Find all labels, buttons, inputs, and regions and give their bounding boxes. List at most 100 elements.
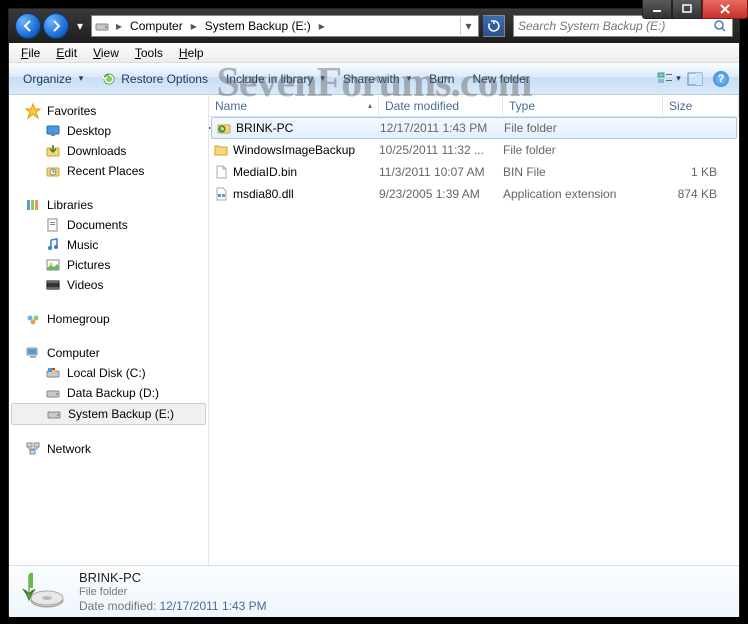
address-dropdown[interactable]: ▾ (460, 17, 476, 35)
forward-button[interactable] (43, 13, 69, 39)
menu-tools[interactable]: Tools (127, 44, 171, 62)
star-icon (25, 103, 41, 119)
column-date[interactable]: Date modified (379, 95, 503, 116)
file-name: MediaID.bin (233, 165, 297, 179)
file-name: msdia80.dll (233, 187, 294, 201)
minimize-button[interactable] (642, 0, 672, 19)
folder-icon (213, 142, 229, 158)
annotation-arrow (209, 117, 212, 140)
downloads-icon (45, 143, 61, 159)
videos-icon (45, 277, 61, 293)
share-with-button[interactable]: Share with (335, 68, 419, 90)
navigation-pane: Favorites Desktop Downloads Recent Place… (9, 95, 209, 565)
restore-options-button[interactable]: Restore Options (93, 67, 216, 91)
command-bar: Organize Restore Options Include in libr… (9, 63, 739, 95)
new-folder-button[interactable]: New folder (464, 68, 537, 90)
breadcrumb-chevron[interactable]: ▸ (112, 19, 126, 33)
organize-button[interactable]: Organize (15, 68, 91, 90)
menu-help[interactable]: Help (171, 44, 212, 62)
sidebar-item-system-backup[interactable]: System Backup (E:) (11, 403, 206, 425)
navigation-bar: ▾ ▸ Computer ▸ System Backup (E:) ▸ ▾ (9, 9, 739, 43)
view-options-button[interactable] (657, 67, 681, 91)
file-row[interactable]: MediaID.bin 11/3/2011 10:07 AMBIN File1 K… (209, 161, 739, 183)
sidebar-item-pictures[interactable]: Pictures (9, 255, 208, 275)
file-list[interactable]: BRINK-PC12/17/2011 1:43 PMFile folderWin… (209, 117, 739, 565)
file-row[interactable]: WindowsImageBackup 10/25/2011 11:32 ...Fi… (209, 139, 739, 161)
sidebar-favorites[interactable]: Favorites (9, 101, 208, 121)
column-name[interactable]: Name (209, 95, 379, 116)
include-library-button[interactable]: Include in library (218, 68, 333, 90)
file-list-pane: Name Date modified Type Size BRINK-PC 12/… (209, 95, 739, 565)
menu-edit[interactable]: Edit (48, 44, 85, 62)
column-headers: Name Date modified Type Size (209, 95, 739, 117)
details-subtitle: File folder (79, 586, 267, 598)
menu-bar: File Edit View Tools Help (9, 43, 739, 63)
details-title: BRINK-PC (79, 570, 267, 585)
file-row[interactable]: BRINK-PC 12/17/2011 1:43 PMFile folder (211, 117, 737, 139)
help-icon: ? (713, 71, 729, 87)
sidebar-network[interactable]: Network (9, 439, 208, 459)
sidebar-item-videos[interactable]: Videos (9, 275, 208, 295)
details-icon (19, 570, 67, 614)
file-date: 12/17/2011 1:43 PM (380, 121, 504, 135)
recent-icon (45, 163, 61, 179)
column-size[interactable]: Size (663, 95, 739, 116)
breadcrumb-computer[interactable]: Computer (126, 16, 187, 36)
file-type: File folder (503, 143, 663, 157)
breadcrumb-chevron[interactable]: ▸ (187, 19, 201, 33)
sidebar-item-local-disk[interactable]: Local Disk (C:) (9, 363, 208, 383)
file-date: 9/23/2005 1:39 AM (379, 187, 503, 201)
drive-c-icon (45, 365, 61, 381)
restore-icon (101, 71, 117, 87)
sidebar-item-data-backup[interactable]: Data Backup (D:) (9, 383, 208, 403)
sidebar-libraries[interactable]: Libraries (9, 195, 208, 215)
address-bar[interactable]: ▸ Computer ▸ System Backup (E:) ▸ ▾ (91, 15, 479, 37)
desktop-icon (45, 123, 61, 139)
sidebar-item-downloads[interactable]: Downloads (9, 141, 208, 161)
file-name: WindowsImageBackup (233, 143, 355, 157)
details-pane: BRINK-PC File folder Date modified: 12/1… (9, 565, 739, 617)
file-type: File folder (504, 121, 664, 135)
drive-icon (94, 18, 110, 34)
backup-folder-icon (216, 120, 232, 136)
dll-icon (213, 186, 229, 202)
file-name: BRINK-PC (236, 121, 293, 135)
file-date: 11/3/2011 10:07 AM (379, 165, 503, 179)
close-button[interactable] (702, 0, 748, 19)
file-size: 1 KB (663, 165, 739, 179)
search-input[interactable] (518, 19, 712, 33)
column-type[interactable]: Type (503, 95, 663, 116)
help-button[interactable]: ? (709, 67, 733, 91)
sidebar-item-desktop[interactable]: Desktop (9, 121, 208, 141)
sidebar-computer[interactable]: Computer (9, 343, 208, 363)
search-icon (712, 18, 728, 34)
drive-d-icon (45, 385, 61, 401)
file-date: 10/25/2011 11:32 ... (379, 143, 503, 157)
computer-icon (25, 345, 41, 361)
file-type: Application extension (503, 187, 663, 201)
homegroup-icon (25, 311, 41, 327)
maximize-button[interactable] (672, 0, 702, 19)
sidebar-item-recent[interactable]: Recent Places (9, 161, 208, 181)
libraries-icon (25, 197, 41, 213)
pictures-icon (45, 257, 61, 273)
file-row[interactable]: msdia80.dll 9/23/2005 1:39 AMApplication … (209, 183, 739, 205)
drive-e-icon (46, 406, 62, 422)
menu-view[interactable]: View (85, 44, 127, 62)
sidebar-homegroup[interactable]: Homegroup (9, 309, 208, 329)
file-type: BIN File (503, 165, 663, 179)
file-icon (213, 164, 229, 180)
burn-button[interactable]: Burn (421, 68, 462, 90)
refresh-button[interactable] (483, 15, 505, 37)
menu-file[interactable]: File (13, 44, 48, 62)
sidebar-item-documents[interactable]: Documents (9, 215, 208, 235)
back-button[interactable] (15, 13, 41, 39)
music-icon (45, 237, 61, 253)
breadcrumb-drive[interactable]: System Backup (E:) (201, 16, 315, 36)
breadcrumb-chevron[interactable]: ▸ (315, 19, 329, 33)
preview-pane-button[interactable] (683, 67, 707, 91)
sidebar-item-music[interactable]: Music (9, 235, 208, 255)
documents-icon (45, 217, 61, 233)
network-icon (25, 441, 41, 457)
nav-history-dropdown[interactable]: ▾ (73, 19, 87, 33)
